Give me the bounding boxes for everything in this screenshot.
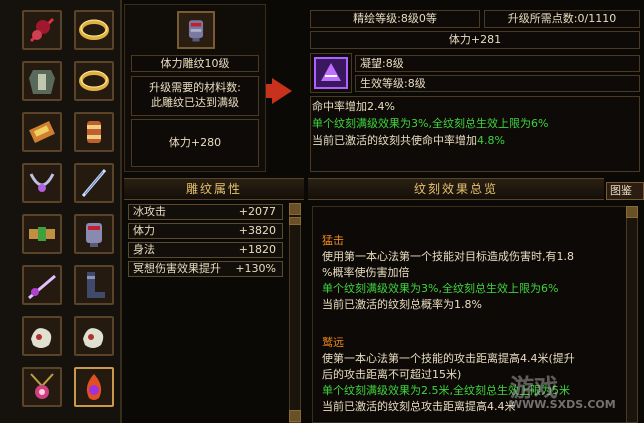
- effect-section-title: 鹫远: [322, 336, 344, 349]
- effect-line-2: 单个纹刻满级效果为3%,全纹刻总生效上限为6%: [312, 117, 549, 130]
- equipment-slot[interactable]: [74, 367, 114, 407]
- gold-ring-icon: [79, 70, 109, 91]
- equipment-slot[interactable]: [74, 112, 114, 152]
- belt-icon: [29, 227, 55, 241]
- equipment-slot[interactable]: [22, 10, 62, 50]
- equipment-slot[interactable]: [22, 214, 62, 254]
- armor-icon: [29, 70, 55, 94]
- effect-section-line: 后的攻击距离不可超过15米): [322, 368, 462, 381]
- attr-row: 体力 +3820: [128, 223, 283, 239]
- equipment-slot[interactable]: [74, 316, 114, 356]
- red-feather-icon: [29, 17, 55, 43]
- jade-pendant-icon: [83, 328, 104, 348]
- equipment-slot[interactable]: [22, 61, 62, 101]
- attr-name: 冥想伤害效果提升: [133, 262, 221, 275]
- equipment-slot-column: [0, 0, 122, 423]
- effect-line-1: 命中率增加2.4%: [312, 100, 395, 113]
- effect-section-title: 猛击: [322, 234, 344, 247]
- jade-pendant-icon: [31, 328, 52, 348]
- right-arrow-icon: [272, 78, 292, 104]
- attr-value: +2077: [238, 205, 276, 218]
- effect-section-line: 使第一本心法第一个技能的攻击距离提高4.4米(提升: [322, 352, 575, 365]
- attr-row: 冰攻击 +2077: [128, 204, 283, 220]
- effect-section-line: 单个纹刻满级效果为3%,全纹刻总生效上限为6%: [322, 282, 559, 295]
- attr-scrollbar[interactable]: [289, 203, 301, 423]
- effect-section-line: %概率使伤害加倍: [322, 266, 410, 279]
- attr-name: 体力: [133, 224, 155, 237]
- equipment-slot[interactable]: [22, 367, 62, 407]
- carving-level: 精绘等级:8级0等: [310, 10, 480, 28]
- effect-scroll-up-button[interactable]: [626, 206, 638, 218]
- attr-value: +1820: [238, 243, 276, 256]
- attr-name: 冰攻击: [133, 205, 166, 218]
- gauntlet-icon: [86, 223, 102, 247]
- equipment-slot[interactable]: [74, 163, 114, 203]
- attr-panel-header: 雕纹属性: [124, 178, 304, 200]
- watermark-url: WWW.SXDS.COM: [510, 398, 616, 411]
- gold-ring-icon: [79, 19, 109, 40]
- scroll-icon: [29, 121, 55, 143]
- effect-scrollbar[interactable]: [626, 206, 638, 423]
- equipment-slot[interactable]: [74, 214, 114, 254]
- attr-value: +130%: [235, 262, 276, 275]
- attr-row: 冥想伤害效果提升 +130%: [128, 261, 283, 277]
- effect-level: 生效等级:8级: [355, 75, 640, 92]
- carving-title: 体力雕纹10级: [131, 55, 259, 72]
- top-stat: 体力+281: [310, 31, 640, 49]
- necklace-icon: [29, 173, 55, 192]
- effect-section-line: 当前已激活的纹刻总概率为1.8%: [322, 298, 482, 311]
- material-box: 升级需要的材料数: 此雕纹已达到满级: [131, 76, 259, 116]
- effect-section-line: 使用第一本心法第一个技能对目标造成伤害时,有1.8: [322, 250, 574, 263]
- gauntlet-icon[interactable]: [177, 11, 215, 49]
- purple-gem-icon: [314, 57, 348, 89]
- blade-icon: [81, 169, 107, 197]
- gem-name: 凝望:8级: [355, 55, 640, 72]
- attr-value: +3820: [238, 224, 276, 237]
- effect-panel-header: 纹刻效果总览: [308, 178, 604, 200]
- attr-scroll-down-button[interactable]: [289, 410, 301, 422]
- equipment-slot[interactable]: [22, 163, 62, 203]
- attr-scroll-thumb[interactable]: [289, 217, 301, 225]
- tab-illustrations[interactable]: 图鉴: [606, 182, 644, 200]
- boots-icon: [87, 272, 105, 298]
- equipment-slot[interactable]: [74, 265, 114, 305]
- equipment-slot[interactable]: [74, 10, 114, 50]
- equipment-slot[interactable]: [22, 265, 62, 305]
- sword-icon: [28, 274, 56, 300]
- amulet-icon: [30, 373, 54, 399]
- upgrade-points: 升级所需点数:0/1110: [484, 10, 640, 28]
- equipment-slot[interactable]: [22, 316, 62, 356]
- material-label: 升级需要的材料数:: [149, 81, 241, 94]
- flame-gem-icon: [86, 374, 102, 400]
- attr-name: 身法: [133, 243, 155, 256]
- gem-slot[interactable]: [310, 53, 352, 93]
- carving-detail-panel: 体力雕纹10级 升级需要的材料数: 此雕纹已达到满级 体力+280: [124, 4, 266, 172]
- carving-stat: 体力+280: [131, 119, 259, 167]
- bracer-icon: [87, 121, 101, 143]
- effect-section-line: 当前已激活的纹刻总攻击距离提高4.4米: [322, 400, 516, 413]
- material-value: 此雕纹已达到满级: [151, 96, 239, 109]
- equipment-slot[interactable]: [22, 112, 62, 152]
- equipment-slot[interactable]: [74, 61, 114, 101]
- effect-line-3: 当前已激活的纹刻共使命中率增加4.8%: [312, 134, 505, 147]
- attr-scroll-up-button[interactable]: [289, 203, 301, 215]
- attr-row: 身法 +1820: [128, 242, 283, 258]
